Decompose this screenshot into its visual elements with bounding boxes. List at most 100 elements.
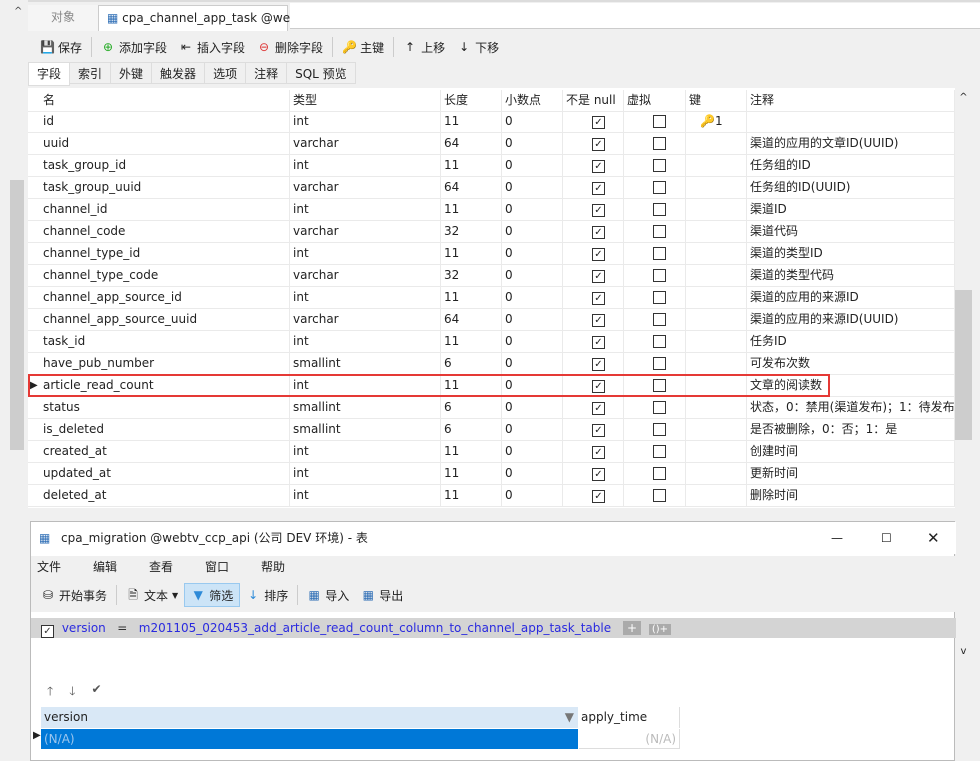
cell-type[interactable]: int (290, 243, 441, 265)
filter-operator[interactable]: = (117, 621, 127, 635)
table-row[interactable]: task_group_id int 11 0 ✓ 任务组的ID (28, 155, 955, 177)
filter-value[interactable]: m201105_020453_add_article_read_count_co… (139, 621, 611, 635)
cell-comment[interactable]: 任务ID (747, 331, 955, 353)
filter-enabled-checkbox[interactable]: ✓ (41, 625, 54, 638)
cell-comment[interactable]: 状态，0：禁用(渠道发布)；1：待发布( (747, 397, 955, 419)
menu-item[interactable]: 帮助 (255, 556, 311, 578)
cell-name[interactable]: have_pub_number (40, 353, 290, 375)
cell-type[interactable]: int (290, 441, 441, 463)
cell-comment[interactable]: 任务组的ID(UUID) (747, 177, 955, 199)
cell-key[interactable] (686, 133, 747, 155)
cell-key[interactable] (686, 287, 747, 309)
cell-comment[interactable]: 渠道的类型ID (747, 243, 955, 265)
cell-name[interactable]: uuid (40, 133, 290, 155)
cell-key[interactable] (686, 353, 747, 375)
cell-dec[interactable]: 0 (502, 265, 563, 287)
virtual-checkbox[interactable] (653, 225, 666, 238)
delete-field-button[interactable]: ⊖ 删除字段 (251, 35, 329, 59)
table-row[interactable]: channel_code varchar 32 0 ✓ 渠道代码 (28, 221, 955, 243)
not-null-checkbox[interactable]: ✓ (592, 138, 605, 151)
menu-item[interactable]: 查看 (143, 556, 199, 578)
not-null-checkbox[interactable]: ✓ (592, 160, 605, 173)
not-null-checkbox[interactable]: ✓ (592, 182, 605, 195)
cell-len[interactable]: 11 (441, 199, 502, 221)
cell-type[interactable]: varchar (290, 177, 441, 199)
virtual-checkbox[interactable] (653, 291, 666, 304)
table-row[interactable]: is_deleted smallint 6 0 ✓ 是否被删除，0：否；1：是 (28, 419, 955, 441)
not-null-checkbox[interactable]: ✓ (592, 446, 605, 459)
not-null-checkbox[interactable]: ✓ (592, 336, 605, 349)
table-row[interactable]: channel_type_code varchar 32 0 ✓ 渠道的类型代码 (28, 265, 955, 287)
tab-table-design[interactable]: ▦ cpa_channel_app_task @we... (98, 5, 302, 31)
cell-comment[interactable]: 渠道的应用的来源ID (747, 287, 955, 309)
cell-len[interactable]: 11 (441, 485, 502, 507)
subtab-4[interactable]: 选项 (205, 62, 247, 84)
virtual-checkbox[interactable] (653, 115, 666, 128)
virtual-checkbox[interactable] (653, 269, 666, 282)
table-row[interactable]: channel_app_source_uuid varchar 64 0 ✓ 渠道的应用的… (28, 309, 955, 331)
cell-type[interactable]: varchar (290, 221, 441, 243)
cell-len[interactable]: 11 (441, 155, 502, 177)
cell-name[interactable]: channel_type_id (40, 243, 290, 265)
virtual-checkbox[interactable] (653, 335, 666, 348)
subtab-5[interactable]: 注释 (246, 62, 288, 84)
column-header[interactable]: 不是 null (563, 90, 624, 112)
cell-name[interactable]: channel_type_code (40, 265, 290, 287)
cell-version[interactable]: (N/A) (41, 729, 578, 749)
table-row[interactable]: id int 11 0 ✓ 🔑1 (28, 111, 955, 133)
cell-len[interactable]: 11 (441, 111, 502, 133)
save-button[interactable]: 💾 保存 (34, 35, 88, 59)
cell-type[interactable]: smallint (290, 353, 441, 375)
cell-type[interactable]: smallint (290, 397, 441, 419)
move-down-icon[interactable]: 🡓 (69, 682, 75, 703)
table-row[interactable]: channel_type_id int 11 0 ✓ 渠道的类型ID (28, 243, 955, 265)
not-null-checkbox[interactable]: ✓ (592, 468, 605, 481)
vertical-scrollbar-thumb[interactable] (955, 290, 972, 440)
table-row[interactable]: task_id int 11 0 ✓ 任务ID (28, 331, 955, 353)
add-field-button[interactable]: ⊕ 添加字段 (95, 35, 173, 59)
not-null-checkbox[interactable]: ✓ (592, 248, 605, 261)
cell-name[interactable]: task_id (40, 331, 290, 353)
move-down-button[interactable]: ↓ 下移 (451, 35, 505, 59)
virtual-checkbox[interactable] (653, 159, 666, 172)
cell-name[interactable]: channel_code (40, 221, 290, 243)
cell-len[interactable]: 6 (441, 397, 502, 419)
not-null-checkbox[interactable]: ✓ (592, 402, 605, 415)
cell-dec[interactable]: 0 (502, 463, 563, 485)
cell-apply-time[interactable]: (N/A) (579, 729, 680, 749)
cell-dec[interactable]: 0 (502, 287, 563, 309)
cell-comment[interactable]: 渠道的应用的文章ID(UUID) (747, 133, 955, 155)
cell-key[interactable] (686, 199, 747, 221)
export-button[interactable]: ▦ 导出 (355, 583, 409, 607)
column-header[interactable]: 长度 (441, 90, 502, 112)
cell-len[interactable]: 11 (441, 331, 502, 353)
close-button[interactable]: ✕ (927, 522, 940, 554)
cell-key[interactable] (686, 155, 747, 177)
subtab-6[interactable]: SQL 预览 (287, 62, 356, 84)
cell-dec[interactable]: 0 (502, 133, 563, 155)
cell-key[interactable] (686, 243, 747, 265)
cell-len[interactable]: 64 (441, 177, 502, 199)
menu-item[interactable]: 窗口 (199, 556, 255, 578)
cell-name[interactable]: channel_app_source_id (40, 287, 290, 309)
table-row[interactable]: task_group_uuid varchar 64 0 ✓ 任务组的ID(UUID) (28, 177, 955, 199)
add-condition-button[interactable]: + (622, 621, 641, 635)
cell-name[interactable]: channel_app_source_uuid (40, 309, 290, 331)
column-header[interactable]: 虚拟 (624, 90, 686, 112)
move-up-button[interactable]: ↑ 上移 (397, 35, 451, 59)
cell-comment[interactable]: 是否被删除，0：否；1：是 (747, 419, 955, 441)
cell-type[interactable]: int (290, 199, 441, 221)
virtual-checkbox[interactable] (653, 137, 666, 150)
cell-name[interactable]: is_deleted (40, 419, 290, 441)
subtab-1[interactable]: 索引 (70, 62, 112, 84)
add-group-button[interactable]: ()+ (648, 624, 672, 635)
cell-len[interactable]: 11 (441, 463, 502, 485)
maximize-button[interactable]: ☐ (881, 522, 892, 554)
table-row[interactable]: updated_at int 11 0 ✓ 更新时间 (28, 463, 955, 485)
cell-dec[interactable]: 0 (502, 485, 563, 507)
cell-key[interactable]: 🔑1 (686, 111, 747, 133)
not-null-checkbox[interactable]: ✓ (592, 358, 605, 371)
filter-button[interactable]: ▼ 筛选 (184, 583, 241, 607)
not-null-checkbox[interactable]: ✓ (592, 204, 605, 217)
virtual-checkbox[interactable] (653, 203, 666, 216)
